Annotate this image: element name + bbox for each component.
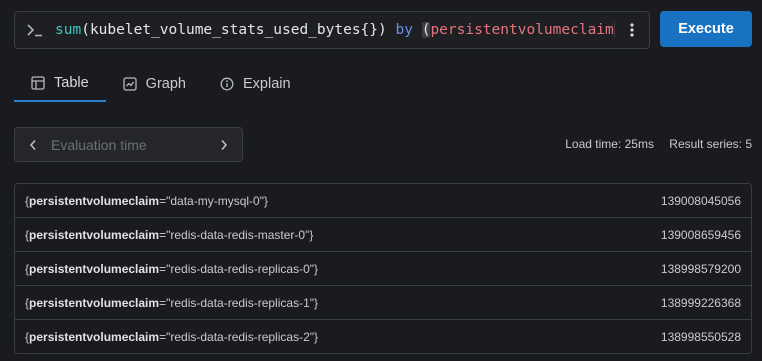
- query-open-paren: (: [81, 22, 90, 38]
- label-name: persistentvolumeclaim: [29, 295, 160, 310]
- series-label: {persistentvolumeclaim="redis-data-redis…: [25, 329, 319, 344]
- label-name: persistentvolumeclaim: [29, 193, 160, 208]
- label-name: persistentvolumeclaim: [29, 261, 160, 276]
- label-value: "data-my-mysql-0": [166, 193, 264, 208]
- table-row: {persistentvolumeclaim="data-my-mysql-0"…: [15, 184, 751, 218]
- series-value: 138998550528: [660, 329, 741, 344]
- series-label: {persistentvolumeclaim="redis-data-redis…: [25, 261, 319, 276]
- series-label: {persistentvolumeclaim="redis-data-redis…: [25, 227, 314, 242]
- table-row: {persistentvolumeclaim="redis-data-redis…: [15, 218, 751, 252]
- series-label: {persistentvolumeclaim="redis-data-redis…: [25, 295, 319, 310]
- tab-label: Graph: [145, 76, 186, 92]
- series-value: 138998579200: [660, 261, 741, 276]
- label-value: "redis-data-redis-master-0": [166, 227, 310, 242]
- info-icon: [220, 77, 234, 91]
- chevron-left-icon[interactable]: [15, 139, 51, 151]
- series-value: 139008659456: [660, 227, 741, 242]
- query-metric: kubelet_volume_stats_used_bytes{}: [89, 22, 379, 38]
- series-value: 139008045056: [660, 193, 741, 208]
- label-value: "redis-data-redis-replicas-1": [166, 295, 314, 310]
- tab-bar: Table Graph Explain: [14, 66, 308, 102]
- query-expression[interactable]: sum(kubelet_volume_stats_used_bytes{}) b…: [55, 22, 615, 38]
- query-function: sum: [55, 22, 82, 38]
- kebab-menu-icon[interactable]: [615, 12, 649, 48]
- series-value: 138999226368: [660, 295, 741, 310]
- table-row: {persistentvolumeclaim="redis-data-redis…: [15, 286, 751, 320]
- query-close-paren: ): [378, 22, 387, 38]
- tab-graph[interactable]: Graph: [106, 66, 203, 102]
- label-value: "redis-data-redis-replicas-2": [166, 329, 314, 344]
- query-editor[interactable]: sum(kubelet_volume_stats_used_bytes{}) b…: [14, 11, 650, 49]
- table-icon: [31, 76, 45, 90]
- chevron-right-icon[interactable]: [206, 139, 242, 151]
- tab-label: Table: [54, 75, 89, 91]
- table-row: {persistentvolumeclaim="redis-data-redis…: [15, 252, 751, 286]
- graph-icon: [123, 77, 137, 91]
- table-row: {persistentvolumeclaim="redis-data-redis…: [15, 320, 751, 353]
- label-value: "redis-data-redis-replicas-0": [166, 261, 314, 276]
- tab-explain[interactable]: Explain: [203, 66, 308, 102]
- execute-button[interactable]: Execute: [660, 11, 752, 47]
- evaluation-time-picker: Evaluation time: [14, 127, 243, 162]
- results-table: {persistentvolumeclaim="data-my-mysql-0"…: [14, 183, 752, 354]
- evaluation-time-input[interactable]: Evaluation time: [51, 137, 206, 153]
- series-label: {persistentvolumeclaim="data-my-mysql-0"…: [25, 193, 268, 208]
- terminal-prompt-icon: [15, 23, 55, 37]
- result-series-count: Result series: 5: [669, 137, 752, 151]
- tab-label: Explain: [242, 76, 291, 92]
- query-stats: Load time: 25ms Result series: 5: [565, 137, 752, 151]
- tab-table[interactable]: Table: [14, 66, 106, 102]
- query-group-label: persistentvolumeclaim: [430, 22, 614, 38]
- load-time: Load time: 25ms: [565, 137, 654, 151]
- label-name: persistentvolumeclaim: [29, 227, 160, 242]
- query-keyword: by: [395, 22, 413, 38]
- label-name: persistentvolumeclaim: [29, 329, 160, 344]
